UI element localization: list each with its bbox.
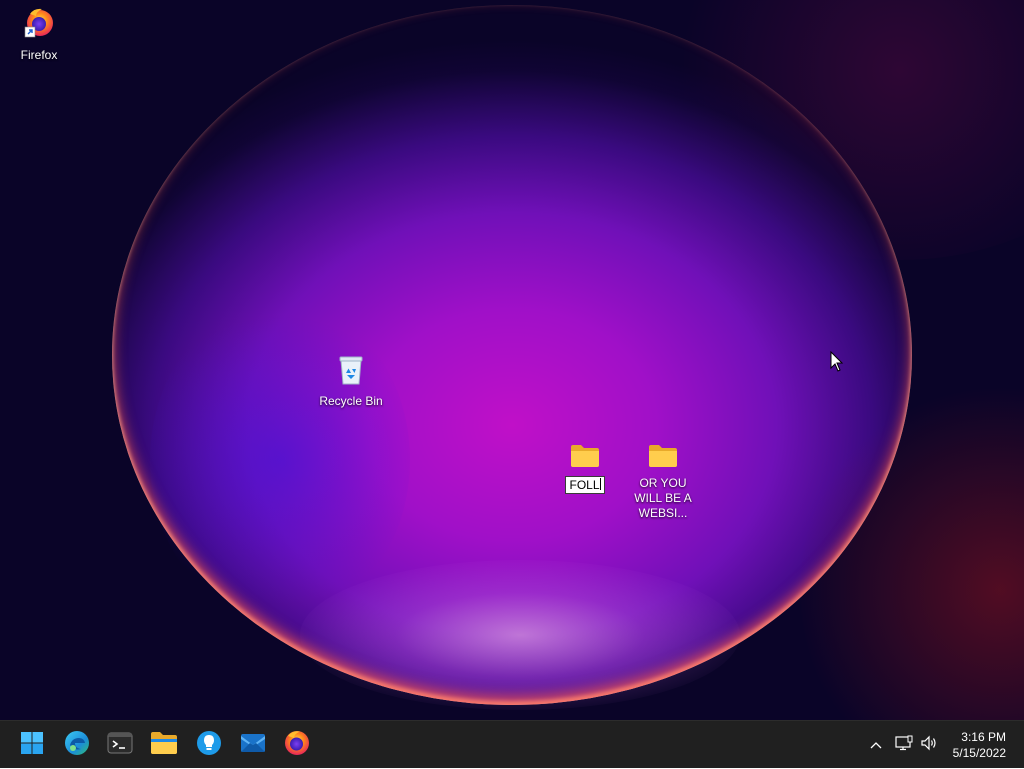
desktop-icon-label: Recycle Bin bbox=[319, 394, 383, 408]
desktop-icon-recycle-bin[interactable]: Recycle Bin bbox=[309, 354, 393, 409]
desktop-icon-label: Firefox bbox=[20, 48, 58, 62]
edge-icon bbox=[64, 730, 90, 761]
windows-start-icon bbox=[20, 731, 44, 760]
firefox-icon bbox=[284, 730, 310, 761]
network-button[interactable] bbox=[892, 721, 916, 769]
wallpaper-glow bbox=[150, 300, 410, 620]
folder-icon bbox=[543, 444, 627, 472]
taskbar: 3:16 PM 5/15/2022 bbox=[0, 720, 1024, 768]
desktop-icon-folder-renaming[interactable]: FOLL bbox=[543, 444, 627, 494]
rename-input[interactable]: FOLL bbox=[565, 476, 605, 494]
taskbar-app-mail[interactable] bbox=[235, 727, 271, 763]
wallpaper-glow bbox=[300, 560, 740, 710]
desktop-icon-label: OR YOU WILL BE A WEBSI... bbox=[634, 476, 692, 520]
chevron-up-icon bbox=[870, 736, 882, 754]
desktop[interactable]: Firefox Recycle Bin FOLL OR YOU WILL BE … bbox=[0, 0, 1024, 720]
desktop-icon-firefox[interactable]: Firefox bbox=[0, 6, 81, 63]
clock-time: 3:16 PM bbox=[961, 730, 1006, 744]
firefox-shortcut-icon bbox=[0, 6, 81, 44]
taskbar-app-tips[interactable] bbox=[191, 727, 227, 763]
clock-button[interactable]: 3:16 PM 5/15/2022 bbox=[936, 729, 1006, 761]
taskbar-app-file-explorer[interactable] bbox=[146, 727, 182, 763]
show-hidden-icons-button[interactable] bbox=[864, 721, 888, 769]
mouse-cursor-icon bbox=[830, 350, 844, 378]
text-caret bbox=[599, 478, 601, 490]
terminal-icon bbox=[107, 732, 133, 759]
network-icon bbox=[895, 735, 913, 756]
taskbar-app-firefox[interactable] bbox=[279, 727, 315, 763]
tips-icon bbox=[196, 730, 222, 761]
desktop-icon-folder[interactable]: OR YOU WILL BE A WEBSI... bbox=[621, 444, 705, 521]
taskbar-app-terminal[interactable] bbox=[102, 727, 138, 763]
start-button[interactable] bbox=[14, 727, 50, 763]
recycle-bin-icon bbox=[309, 354, 393, 390]
folder-icon bbox=[621, 444, 705, 472]
file-explorer-icon bbox=[150, 731, 178, 760]
mail-icon bbox=[240, 733, 266, 758]
taskbar-app-edge[interactable] bbox=[59, 727, 95, 763]
clock-date: 5/15/2022 bbox=[952, 746, 1006, 760]
